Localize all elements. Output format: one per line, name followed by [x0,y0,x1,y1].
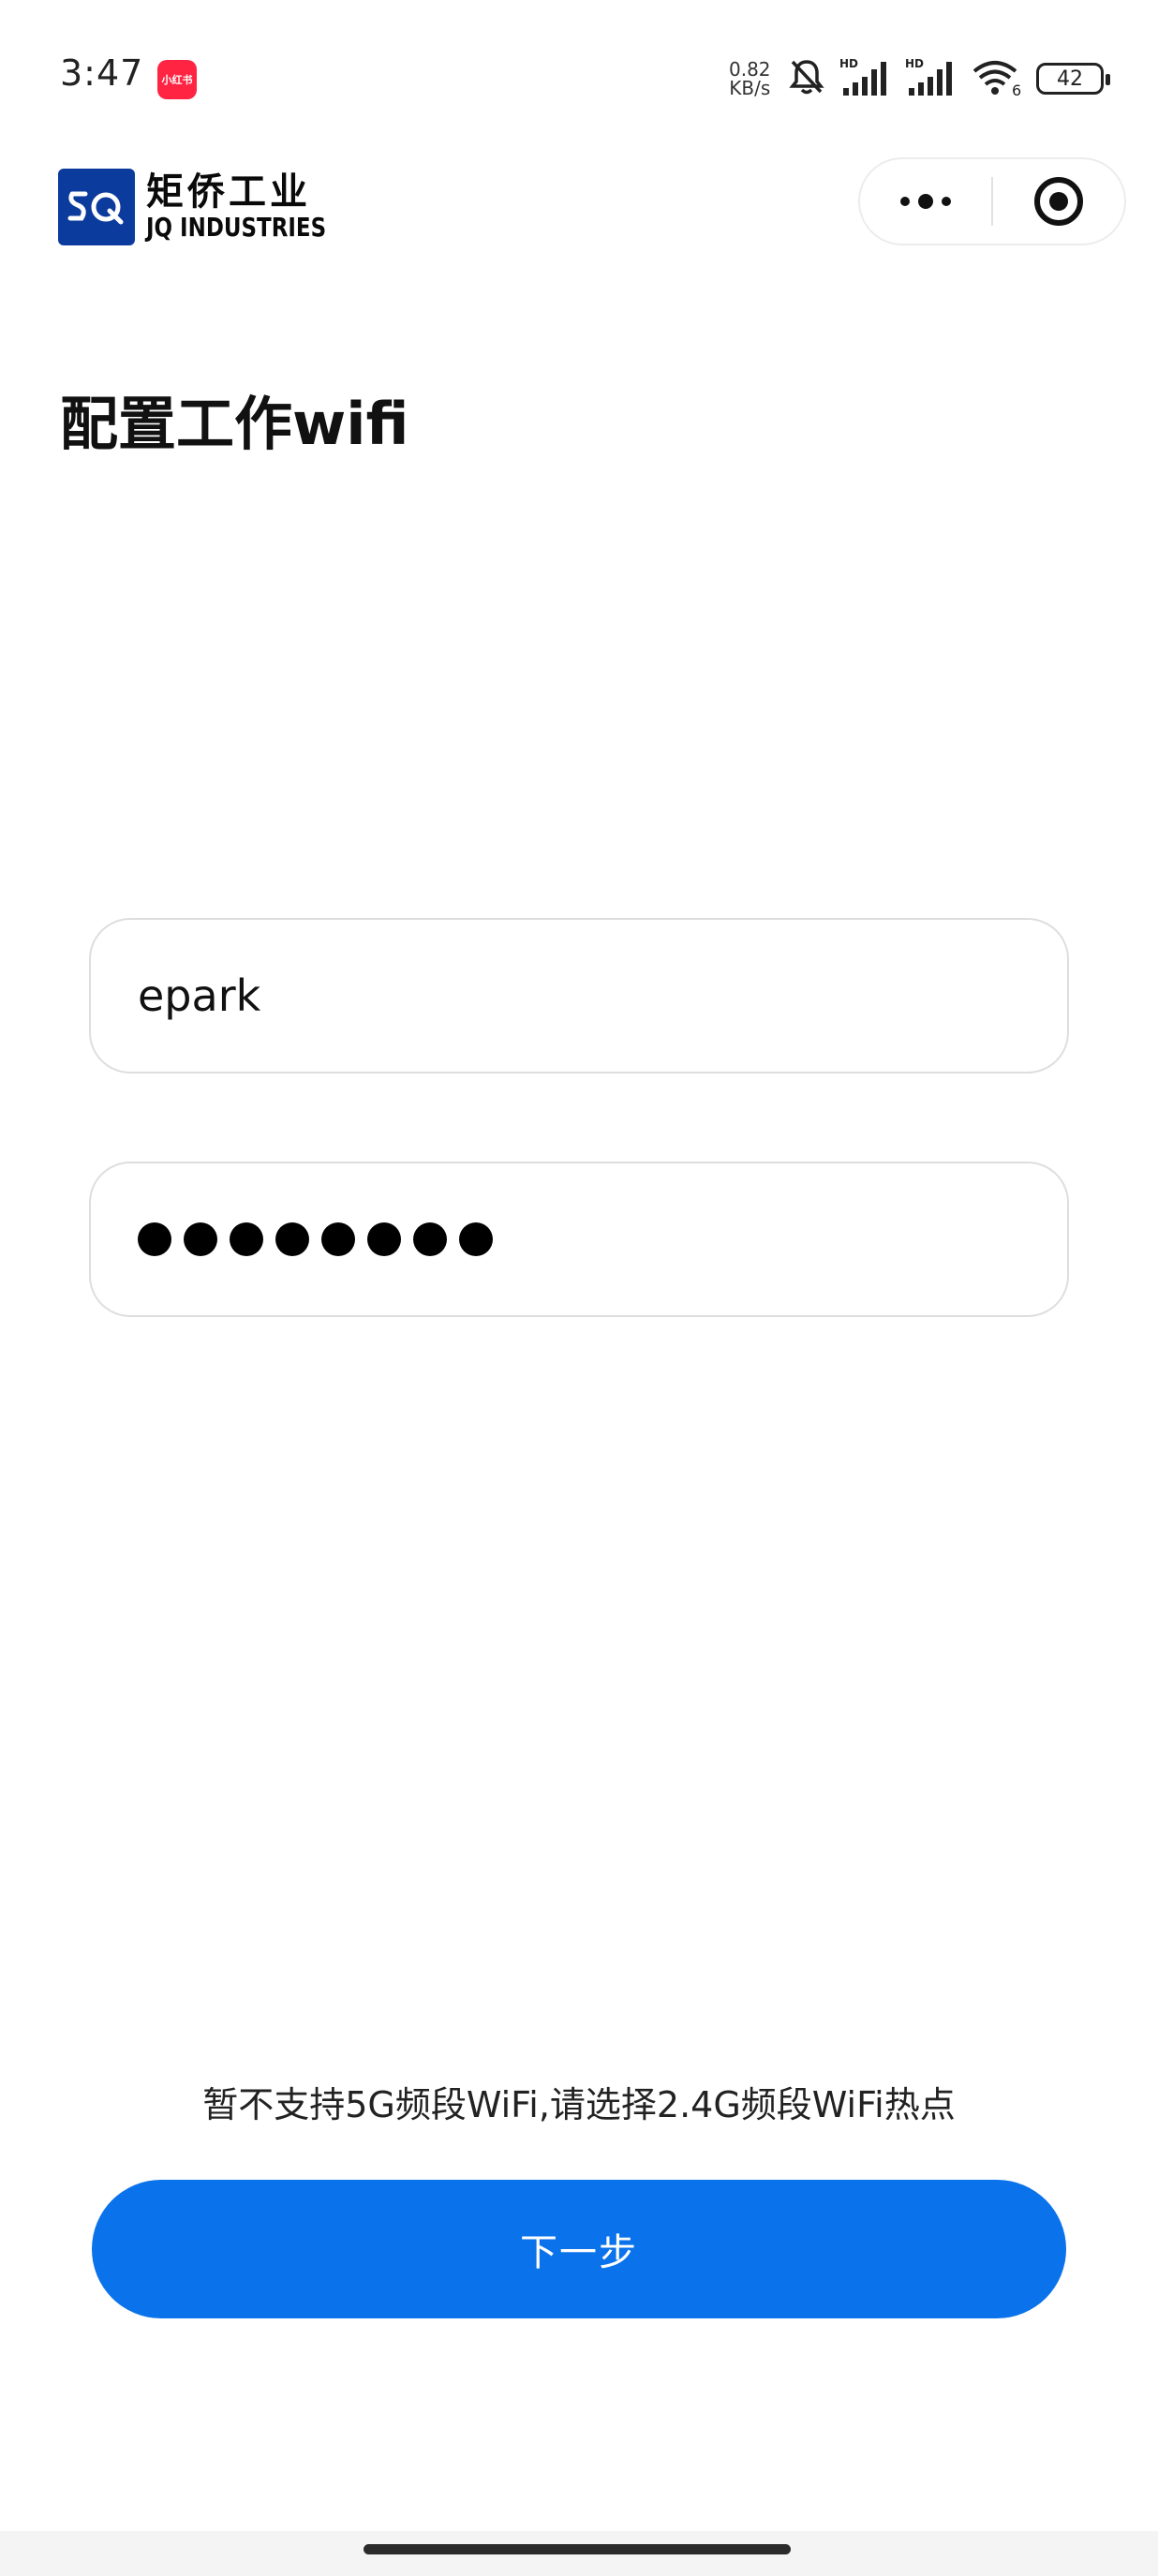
jq-logo-icon [58,169,135,245]
status-time: 3:47 [60,52,144,94]
mute-bell-icon [787,56,826,101]
battery-icon: 42 [1036,63,1110,95]
network-speed-value: 0.82 [729,58,771,81]
wifi-ssid-input[interactable]: epark [89,918,1069,1073]
brand-name: 矩侨工业 JQ INDUSTRIES [146,171,365,243]
brand-logo: 矩侨工业 JQ INDUSTRIES [58,169,365,245]
password-mask [138,1222,493,1256]
status-icons: HD HD 6 42 [787,56,1110,101]
wifi-badge: 6 [1012,81,1021,97]
password-dot [138,1222,171,1256]
password-dot [275,1222,309,1256]
more-menu-button[interactable] [860,159,991,244]
network-speed-unit: KB/s [729,77,771,99]
wifi-ssid-value: epark [138,970,261,1021]
password-dot [459,1222,493,1256]
band-hint-text: 暂不支持5G频段WiFi,请选择2.4G频段WiFi热点 [202,2084,956,2125]
hd-label-2: HD [905,57,924,70]
password-dot [184,1222,217,1256]
brand-name-en: JQ INDUSTRIES [146,212,327,243]
close-mini-program-button[interactable] [993,159,1124,244]
more-dots-icon [900,194,951,209]
network-speed: 0.82 KB/s [729,60,771,97]
target-close-icon [1034,177,1083,226]
mini-program-capsule [858,157,1126,245]
next-step-button[interactable]: 下一步 [92,2180,1066,2318]
page-title: 配置工作wifi [60,390,409,458]
xiaohongshu-notification-icon: 小红书 [157,60,197,99]
brand-name-cn: 矩侨工业 [146,170,311,214]
home-indicator[interactable] [364,2544,791,2554]
password-dot [413,1222,447,1256]
cellular-signal-icon-2: HD [905,56,958,101]
wifi-password-input[interactable] [89,1162,1069,1317]
wifi-icon: 6 [971,56,1023,101]
password-dot [367,1222,401,1256]
password-dot [230,1222,263,1256]
hd-label-1: HD [839,57,858,70]
cellular-signal-icon-1: HD [839,56,892,101]
password-dot [321,1222,355,1256]
